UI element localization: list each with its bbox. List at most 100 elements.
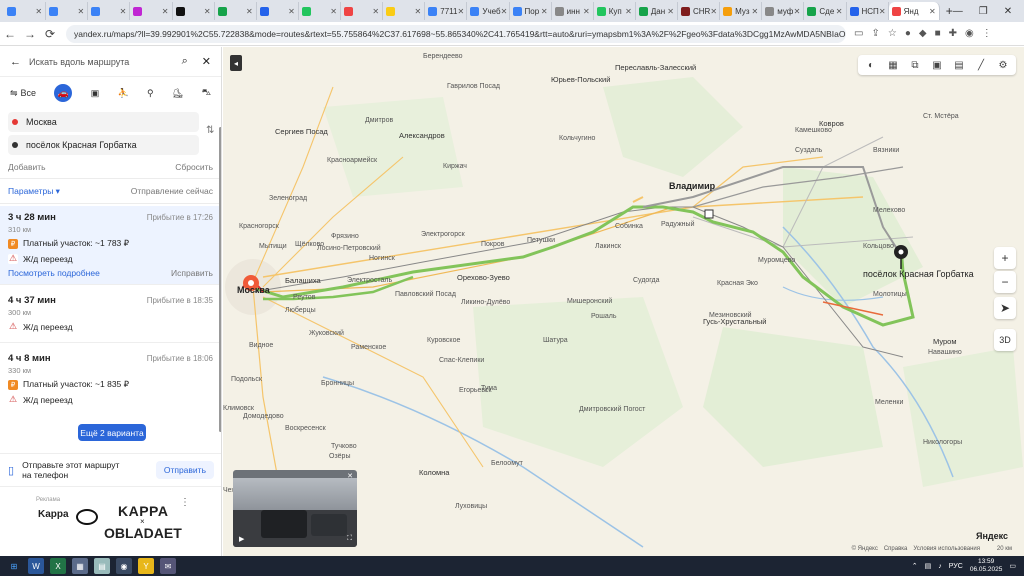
locate-me-button[interactable]: ➤: [994, 297, 1016, 319]
map-place-label[interactable]: Электрогорск: [421, 231, 465, 238]
mode-car-icon[interactable]: 🚗: [54, 84, 73, 102]
volume-icon[interactable]: ♪: [938, 563, 942, 570]
map-place-label[interactable]: Балашиха: [285, 276, 321, 285]
search-icon[interactable]: ⌕: [182, 55, 188, 68]
search-along-route-input[interactable]: Искать вдоль маршрута: [29, 57, 182, 67]
map-place-label[interactable]: Электросталь: [347, 277, 392, 284]
tab-close-icon[interactable]: ✕: [541, 7, 548, 16]
tab-close-icon[interactable]: ✕: [625, 7, 632, 16]
browser-tab[interactable]: Учеб ✕: [467, 2, 510, 20]
browser-tab[interactable]: ✕: [46, 2, 89, 20]
route-details-link[interactable]: Посмотреть подробнее: [8, 268, 100, 278]
zoom-in-button[interactable]: +: [994, 247, 1016, 269]
more-routes-button[interactable]: Ещё 2 варианта: [78, 424, 146, 441]
close-icon[interactable]: ✕: [202, 55, 211, 68]
map-place-label[interactable]: Раменское: [351, 344, 386, 351]
map-place-label[interactable]: Кольцово: [863, 243, 894, 250]
tab-close-icon[interactable]: ✕: [794, 7, 801, 16]
route-fix-link[interactable]: Исправить: [171, 268, 213, 278]
tab-close-icon[interactable]: ✕: [415, 7, 422, 16]
map-place-label[interactable]: Никологоры: [923, 439, 962, 446]
help-link[interactable]: Справка: [884, 546, 908, 552]
map-place-label[interactable]: Тучково: [331, 443, 357, 450]
map-place-label[interactable]: Красная Эко: [717, 280, 758, 287]
video-close-icon[interactable]: ✕: [347, 472, 353, 480]
map-place-label[interactable]: Ст. Мстёра: [923, 113, 959, 120]
minimize-icon[interactable]: —: [953, 6, 963, 17]
map-place-label[interactable]: Мытищи: [259, 243, 287, 250]
browser-menu-icon[interactable]: ⋮: [982, 28, 992, 39]
map-place-label[interactable]: Муромцево: [758, 257, 795, 264]
browser-tab[interactable]: ✕: [341, 2, 384, 20]
departure-selector[interactable]: Отправление сейчас: [131, 186, 213, 196]
word-icon[interactable]: W: [28, 558, 44, 574]
browser-tab[interactable]: ✕: [257, 2, 299, 20]
network-icon[interactable]: ▤: [925, 562, 932, 570]
map-place-label[interactable]: Орехово-Зуево: [457, 273, 510, 282]
extension-icon[interactable]: ◆: [919, 28, 927, 39]
zoom-out-button[interactable]: −: [994, 271, 1016, 293]
browser-tab[interactable]: НСП ✕: [847, 2, 889, 20]
browser-tab[interactable]: Сде ✕: [804, 2, 847, 20]
settings-icon[interactable]: ⚙: [996, 60, 1010, 71]
add-point-link[interactable]: Добавить: [8, 162, 46, 172]
browser-tab[interactable]: ✕: [130, 2, 173, 20]
map-place-label[interactable]: Домодедово: [243, 413, 284, 420]
forward-icon[interactable]: →: [20, 27, 40, 41]
browser-tab[interactable]: Дан ✕: [636, 2, 678, 20]
map-place-label[interactable]: Берендеево: [423, 53, 463, 60]
tab-close-icon[interactable]: ✕: [120, 7, 127, 16]
clock[interactable]: 13:59 06.05.2025: [970, 558, 1003, 574]
transport-icon[interactable]: ⧉: [908, 60, 922, 71]
back-arrow-icon[interactable]: ←: [10, 56, 21, 68]
tab-close-icon[interactable]: ✕: [162, 7, 169, 16]
map-place-label[interactable]: Луховицы: [455, 503, 487, 510]
language-indicator[interactable]: РУС: [949, 563, 963, 570]
map-place-label[interactable]: Владимир: [669, 181, 715, 191]
map-place-label[interactable]: Красногорск: [239, 223, 279, 230]
map-place-label[interactable]: Дмитров: [365, 117, 393, 124]
mode-bike-icon[interactable]: ⚲: [147, 88, 154, 99]
play-icon[interactable]: ▶: [239, 535, 244, 543]
browser-tab[interactable]: муф ✕: [762, 2, 805, 20]
browser-tab[interactable]: Пор ✕: [510, 2, 552, 20]
map-place-label[interactable]: Собинка: [615, 223, 643, 230]
browser-tab[interactable]: инн ✕: [552, 2, 594, 20]
extension-icon[interactable]: ●: [905, 28, 911, 39]
ad-menu-icon[interactable]: ⋮: [180, 497, 190, 508]
map-place-label[interactable]: Климовск: [223, 405, 254, 412]
tab-close-icon[interactable]: ✕: [710, 7, 717, 16]
parameters-dropdown[interactable]: Параметры ▾: [8, 186, 60, 197]
copyright-link[interactable]: © Яндекс: [852, 546, 878, 552]
browser-tab[interactable]: ✕: [88, 2, 131, 20]
map-place-label[interactable]: Белоомут: [491, 460, 523, 467]
browser-tab[interactable]: CHR ✕: [678, 2, 721, 20]
map-place-label[interactable]: Озёры: [329, 453, 350, 460]
browser-tab[interactable]: Куп ✕: [594, 2, 636, 20]
map-place-label[interactable]: Фрязино: [331, 233, 359, 240]
layers-stack-icon[interactable]: ▤: [952, 60, 966, 71]
map-place-label[interactable]: Тума: [481, 385, 497, 392]
map-place-label[interactable]: Лосино-Петровский: [317, 245, 381, 252]
mode-scooter-icon[interactable]: ⛸: [172, 88, 183, 99]
terms-link[interactable]: Условия использования: [913, 546, 980, 552]
fullscreen-icon[interactable]: ⛶: [347, 535, 352, 543]
ad-banner[interactable]: Реклама Kappa KAPPA × OBLADAET ⋮: [0, 491, 221, 556]
map-place-label[interactable]: Киржач: [443, 163, 467, 170]
map-place-label[interactable]: Суздаль: [795, 147, 822, 154]
tab-close-icon[interactable]: ✕: [288, 7, 295, 16]
map-place-label[interactable]: Меленки: [875, 399, 903, 406]
video-ad-player[interactable]: ▶ ⛶ ✕: [233, 470, 357, 547]
ruler-icon[interactable]: ╱: [974, 60, 988, 71]
tab-close-icon[interactable]: ✕: [330, 7, 337, 16]
tab-close-icon[interactable]: ✕: [78, 7, 85, 16]
map-place-label[interactable]: Рошаль: [591, 313, 617, 320]
tab-close-icon[interactable]: ✕: [372, 7, 379, 16]
yandex-browser-icon[interactable]: Y: [138, 558, 154, 574]
map-place-label[interactable]: Молотицы: [873, 291, 907, 298]
map-place-label[interactable]: Мишеронский: [567, 298, 612, 305]
extensions-puzzle-icon[interactable]: ✚: [949, 28, 957, 39]
map-place-label[interactable]: Радужный: [661, 221, 694, 228]
share-icon[interactable]: ⇪: [871, 28, 879, 39]
tab-close-icon[interactable]: ✕: [836, 7, 843, 16]
